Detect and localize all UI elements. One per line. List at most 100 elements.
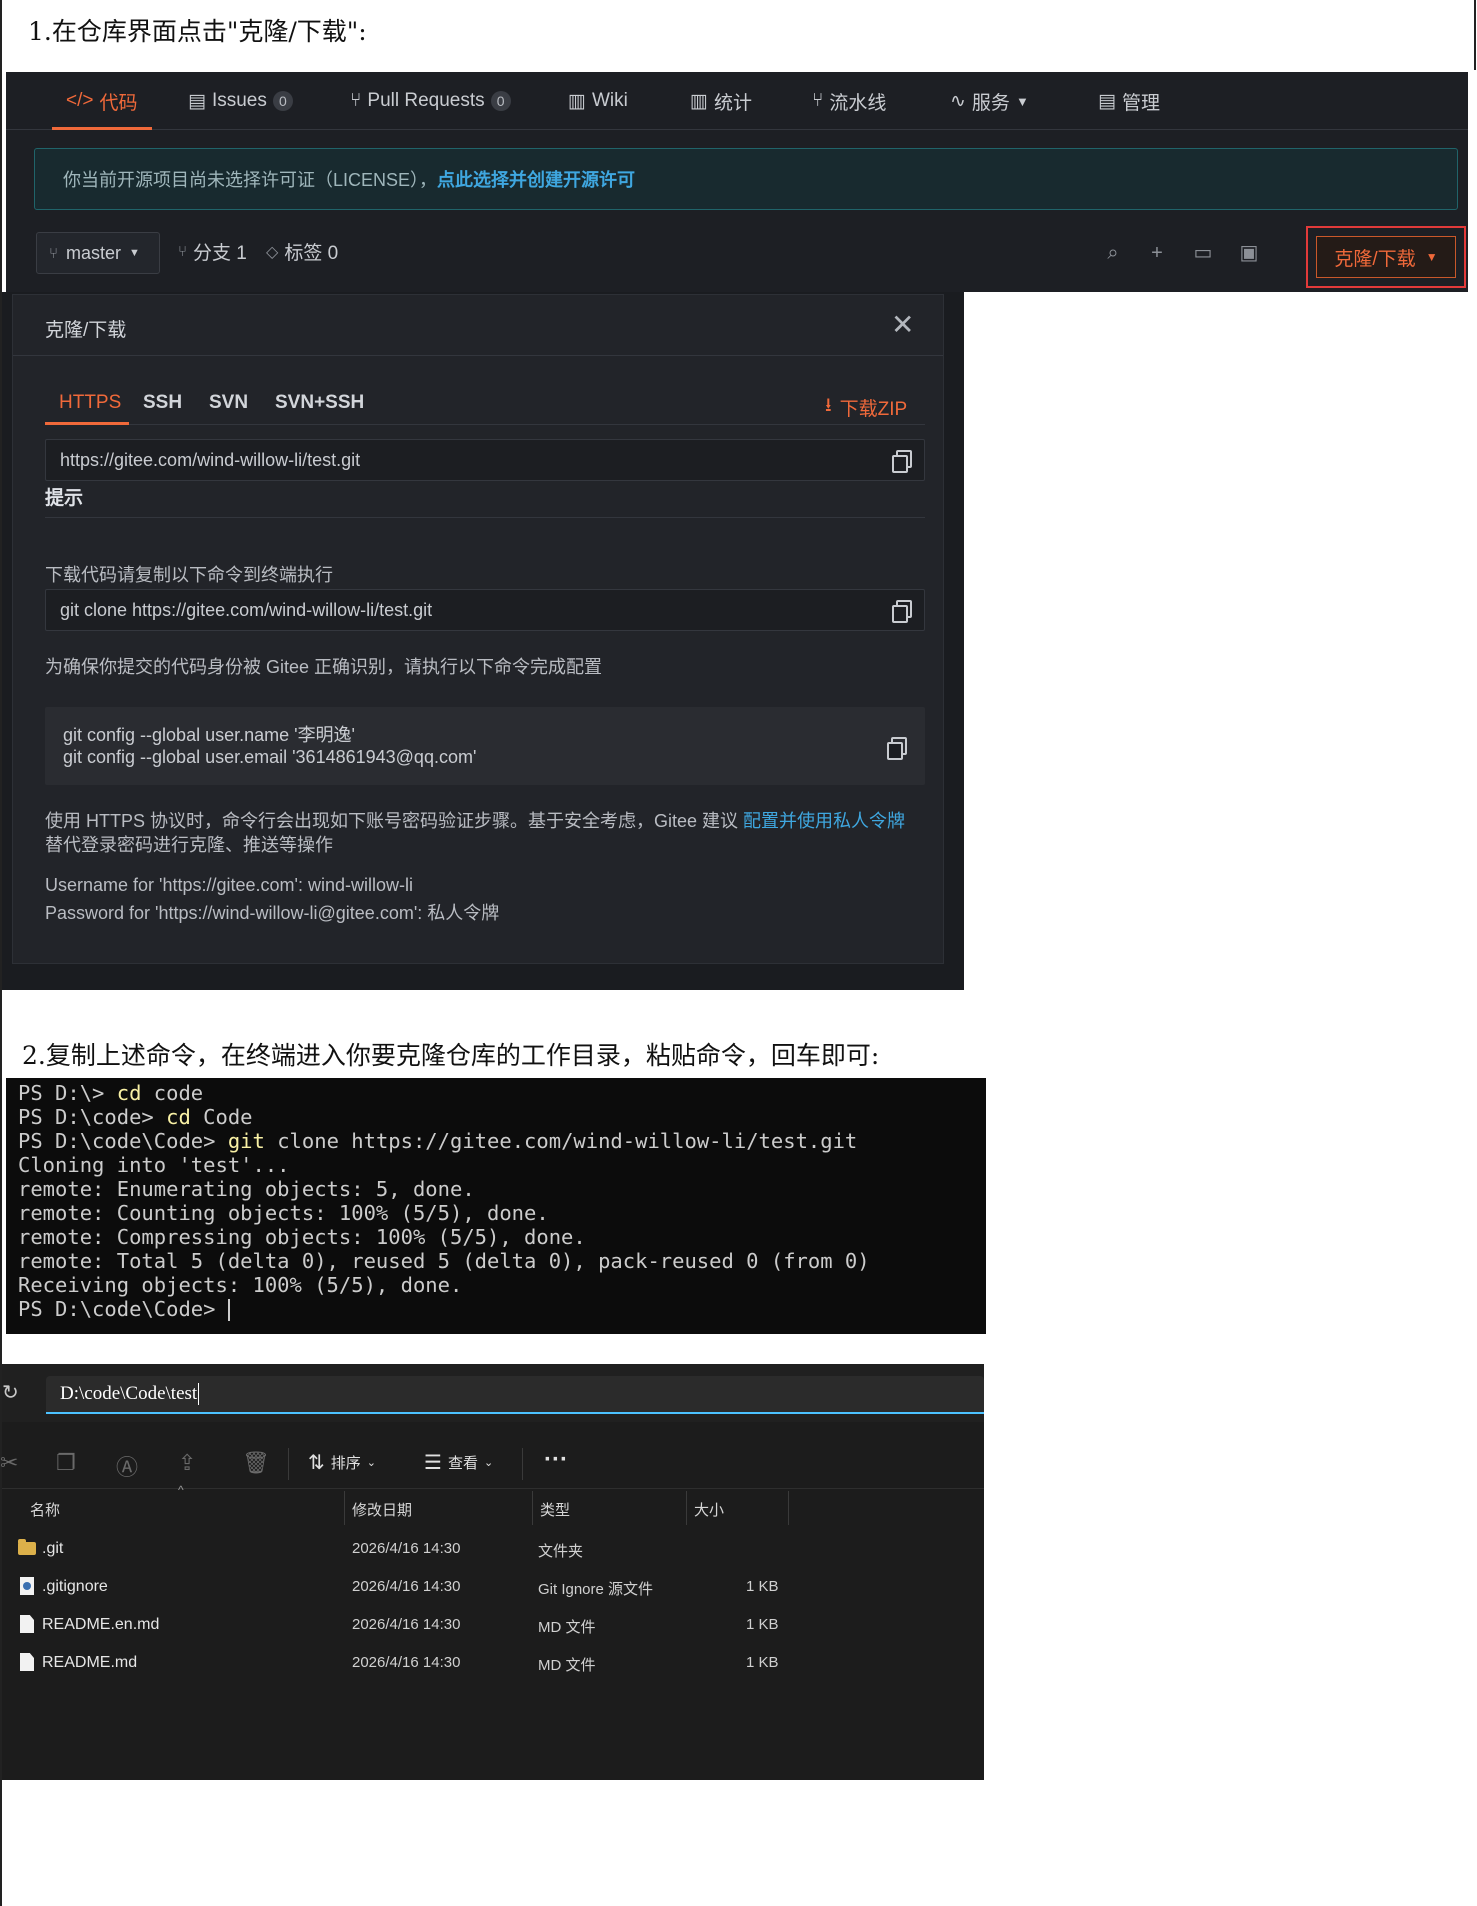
tabs-baseline xyxy=(45,424,925,425)
copy-icon[interactable]: ❐ xyxy=(56,1450,76,1476)
issues-icon: ▤ xyxy=(188,90,206,112)
terminal-line: PS D:\code> cd Code xyxy=(18,1105,986,1129)
pulse-icon: ∿ xyxy=(950,90,966,112)
file-date: 2026/4/16 14:30 xyxy=(352,1578,461,1595)
tab-issues[interactable]: ▤ Issues 0 xyxy=(188,72,293,130)
terminal-output: Receiving objects: 100% (5/5), done. xyxy=(18,1273,463,1297)
step2-title: 2.复制上述命令，在终端进入你要克隆仓库的工作目录，粘贴命令，回车即可: xyxy=(22,1041,880,1070)
sort-button[interactable]: ⇅ 排序 ⌄ xyxy=(308,1450,376,1475)
gitpod-icon[interactable]: ▣ xyxy=(1238,242,1260,264)
refresh-icon[interactable]: ↻ xyxy=(2,1380,19,1405)
caret-down-icon: ▼ xyxy=(1425,250,1438,264)
tab-services-label: 服务 xyxy=(971,92,1010,114)
branches-link[interactable]: ⑂ 分支 1 xyxy=(178,238,247,265)
copy-icon[interactable] xyxy=(892,600,912,623)
file-row[interactable]: README.en.md 2026/4/16 14:30 MD 文件 1 KB xyxy=(2,1606,984,1644)
file-row[interactable]: README.md 2026/4/16 14:30 MD 文件 1 KB xyxy=(2,1644,984,1682)
branch-icon: ⑂ xyxy=(49,244,59,262)
tab-wiki[interactable]: ▥ Wiki xyxy=(568,72,628,130)
column-separator[interactable] xyxy=(344,1491,345,1525)
config-file-icon xyxy=(20,1577,34,1595)
file-list-header: ^ 名称 修改日期 类型 大小 xyxy=(2,1483,984,1528)
rename-icon[interactable]: Ⓐ xyxy=(116,1450,138,1482)
license-notice: 你当前开源项目尚未选择许可证（LICENSE）， 点此选择并创建开源许可 xyxy=(34,148,1458,210)
address-path: D:\code\Code\test xyxy=(60,1383,198,1404)
column-size[interactable]: 大小 xyxy=(694,1499,724,1520)
terminal-line: PS D:\> cd code xyxy=(18,1081,986,1105)
copy-icon[interactable] xyxy=(887,737,907,760)
tab-issues-label: Issues xyxy=(211,90,267,111)
tab-pipeline-label: 流水线 xyxy=(829,92,887,114)
divider xyxy=(45,517,925,518)
download-zip-button[interactable]: ⭳ 下载ZIP xyxy=(825,391,907,423)
explorer-toolbar: ✂ ❐ Ⓐ ⇪ 🗑 ⇅ 排序 ⌄ ☰ 查看 ⌄ ··· xyxy=(0,1438,984,1488)
address-bar[interactable]: D:\code\Code\test xyxy=(46,1376,984,1414)
clone-command-field[interactable]: git clone https://gitee.com/wind-willow-… xyxy=(45,589,925,631)
cut-icon[interactable]: ✂ xyxy=(0,1450,18,1476)
column-separator[interactable] xyxy=(788,1491,789,1525)
git-config-box: git config --global user.name '李明逸' git … xyxy=(45,707,925,785)
branch-icon: ⑂ xyxy=(178,243,188,260)
toolbar-separator xyxy=(288,1448,289,1480)
terminal-line: PS D:\code\Code> git clone https://gitee… xyxy=(18,1129,986,1153)
branch-selector[interactable]: ⑂ master ▼ xyxy=(36,232,160,274)
file-row[interactable]: .gitignore 2026/4/16 14:30 Git Ignore 源文… xyxy=(2,1568,984,1606)
tab-ssh[interactable]: SSH xyxy=(143,392,182,414)
clone-download-button[interactable]: 克隆/下载 ▼ xyxy=(1316,236,1456,278)
terminal-command: cd xyxy=(166,1105,191,1129)
more-options-icon[interactable]: ··· xyxy=(544,1446,568,1474)
text-cursor xyxy=(227,1299,230,1321)
tab-https[interactable]: HTTPS xyxy=(59,392,121,414)
repo-url-field[interactable]: https://gitee.com/wind-willow-li/test.gi… xyxy=(45,439,925,481)
trash-icon[interactable]: 🗑 xyxy=(242,1450,270,1476)
repo-tabs: </> 代码 ▤ Issues 0 ⑂ Pull Requests 0 ▥ Wi… xyxy=(6,72,1468,130)
copy-icon[interactable] xyxy=(892,450,912,473)
config-email-line: git config --global user.email '36148619… xyxy=(63,747,477,767)
address-bar-area: ↻ D:\code\Code\test xyxy=(2,1364,984,1422)
branches-count: 分支 1 xyxy=(193,243,247,264)
hint-config-identity: 为确保你提交的代码身份被 Gitee 正确识别，请执行以下命令完成配置 xyxy=(45,657,603,677)
tab-svn[interactable]: SVN xyxy=(209,392,248,414)
tab-code[interactable]: </> 代码 xyxy=(52,72,151,130)
download-icon: ⭳ xyxy=(825,395,832,416)
web-ide-icon[interactable]: ▭ xyxy=(1192,242,1214,264)
search-icon[interactable]: ⌕ xyxy=(1102,242,1124,264)
tags-link[interactable]: ◇ 标签 0 xyxy=(266,238,338,265)
column-type[interactable]: 类型 xyxy=(540,1499,570,1520)
toolbar-separator xyxy=(522,1448,523,1480)
create-license-link[interactable]: 点此选择并创建开源许可 xyxy=(437,166,635,192)
plus-icon[interactable]: + xyxy=(1146,242,1168,264)
file-icon xyxy=(20,1615,34,1633)
column-separator[interactable] xyxy=(532,1491,533,1525)
branch-bar: ⑂ master ▼ ⑂ 分支 1 ◇ 标签 0 ⌕ + ▭ ▣ xyxy=(6,230,1468,280)
column-modified[interactable]: 修改日期 xyxy=(352,1499,412,1520)
view-label: 查看 xyxy=(447,1455,478,1472)
tab-manage[interactable]: ▤ 管理 xyxy=(1098,72,1160,130)
tab-svn-ssh[interactable]: SVN+SSH xyxy=(275,392,364,414)
file-name: README.md xyxy=(42,1654,138,1671)
terminal-window[interactable]: PS D:\> cd code PS D:\code> cd Code PS D… xyxy=(6,1078,986,1334)
https-note-line2: 替代登录密码进行克隆、推送等操作 xyxy=(45,835,333,855)
private-token-link[interactable]: 配置并使用私人令牌 xyxy=(743,811,905,831)
tab-stats-label: 统计 xyxy=(713,92,752,114)
share-icon[interactable]: ⇪ xyxy=(178,1450,196,1476)
view-button[interactable]: ☰ 查看 ⌄ xyxy=(424,1450,493,1475)
hint-copy-command: 下载代码请复制以下命令到终端执行 xyxy=(45,565,333,585)
terminal-line: PS D:\code\Code> xyxy=(18,1297,986,1321)
tab-services[interactable]: ∿ 服务 ▼ xyxy=(950,72,1029,130)
gitee-repo-header: </> 代码 ▤ Issues 0 ⑂ Pull Requests 0 ▥ Wi… xyxy=(6,72,1468,292)
repo-url-text: https://gitee.com/wind-willow-li/test.gi… xyxy=(60,449,361,470)
close-icon[interactable]: ✕ xyxy=(891,311,914,339)
file-row[interactable]: .git 2026/4/16 14:30 文件夹 xyxy=(2,1530,984,1568)
column-name[interactable]: 名称 xyxy=(30,1499,60,1520)
tab-stats[interactable]: ▥ 统计 xyxy=(690,72,752,130)
code-icon: </> xyxy=(66,90,94,111)
tab-pipeline[interactable]: ⑂ 流水线 xyxy=(812,72,886,130)
license-notice-text: 你当前开源项目尚未选择许可证（LICENSE）， xyxy=(63,170,438,190)
clone-panel-title: 克隆/下载 xyxy=(45,320,127,341)
terminal-prompt: PS D:\> xyxy=(18,1081,117,1105)
terminal-output: remote: Total 5 (delta 0), reused 5 (del… xyxy=(18,1249,870,1273)
column-separator[interactable] xyxy=(686,1491,687,1525)
tab-pull-requests[interactable]: ⑂ Pull Requests 0 xyxy=(350,72,511,130)
terminal-output: Cloning into 'test'... xyxy=(18,1153,290,1177)
